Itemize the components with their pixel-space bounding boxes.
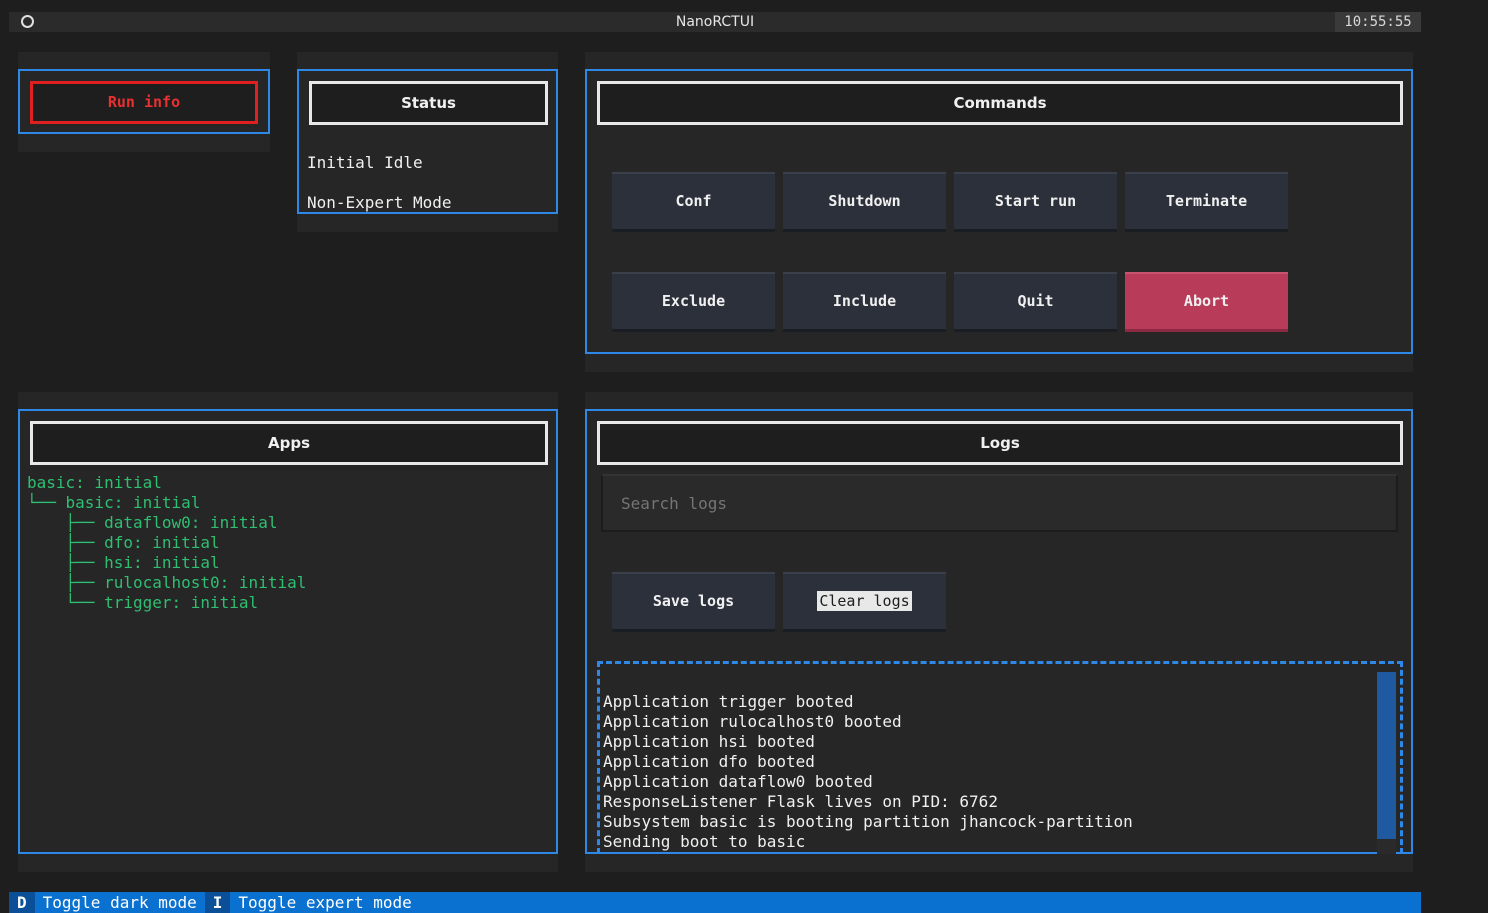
log-lines: Application trigger booted Application r… — [603, 692, 1373, 852]
search-logs-input[interactable] — [601, 474, 1398, 532]
status-title: Status — [309, 81, 548, 125]
run-info-button[interactable]: Run info — [30, 81, 258, 124]
start-run-button[interactable]: Start run — [954, 172, 1117, 232]
logs-title: Logs — [597, 421, 1403, 465]
log-line: Subsystem basic is booting partition jha… — [603, 812, 1133, 831]
apps-title: Apps — [30, 421, 548, 465]
status-state: Initial Idle — [307, 153, 423, 172]
tree-node[interactable]: ├── dfo: initial — [27, 533, 547, 553]
tree-node[interactable]: basic: initial — [27, 473, 547, 493]
keybinding-key[interactable]: I — [204, 892, 231, 913]
keybinding-label[interactable]: Toggle expert mode — [230, 892, 419, 913]
clear-logs-button-frame[interactable]: Clear logs — [783, 572, 946, 632]
log-scrollbar-thumb[interactable] — [1377, 672, 1396, 839]
status-frame: Status Initial Idle Non-Expert Mode — [297, 69, 558, 214]
tree-node[interactable]: └── trigger: initial — [27, 593, 547, 613]
apps-tree: basic: initial └── basic: initial ├── da… — [27, 473, 547, 618]
abort-button[interactable]: Abort — [1125, 272, 1288, 332]
app-title: NanoRCTUI — [675, 14, 755, 30]
log-line: Sending boot to basic — [603, 832, 806, 851]
terminate-button[interactable]: Terminate — [1125, 172, 1288, 232]
title-bar: NanoRCTUI 10:55:55 — [9, 12, 1421, 32]
quit-button[interactable]: Quit — [954, 272, 1117, 332]
header-clock: 10:55:55 — [1335, 12, 1421, 32]
log-line: Application hsi booted — [603, 732, 815, 751]
include-button[interactable]: Include — [783, 272, 946, 332]
run-info-frame: Run info — [18, 69, 270, 134]
footer-keybindings: D Toggle dark mode I Toggle expert mode — [9, 892, 1421, 913]
keybinding-key[interactable]: D — [9, 892, 35, 913]
keybinding-label[interactable]: Toggle dark mode — [35, 892, 205, 913]
tree-node[interactable]: ├── rulocalhost0: initial — [27, 573, 547, 593]
commands-title: Commands — [597, 81, 1403, 125]
log-line: Application trigger booted — [603, 692, 854, 711]
log-line: Application dfo booted — [603, 752, 815, 771]
clear-logs-button[interactable]: Clear logs — [817, 591, 912, 611]
tree-node[interactable]: ├── dataflow0: initial — [27, 513, 547, 533]
tree-node[interactable]: └── basic: initial — [27, 493, 547, 513]
conf-button[interactable]: Conf — [612, 172, 775, 232]
logs-frame: Logs Save logs Clear logs Application tr… — [585, 409, 1413, 854]
log-line: ResponseListener Flask lives on PID: 676… — [603, 792, 998, 811]
exclude-button[interactable]: Exclude — [612, 272, 775, 332]
log-line: Application dataflow0 booted — [603, 772, 873, 791]
save-logs-button[interactable]: Save logs — [612, 572, 775, 632]
shutdown-button[interactable]: Shutdown — [783, 172, 946, 232]
log-output[interactable]: Application trigger booted Application r… — [597, 661, 1403, 854]
commands-frame: Commands Conf Shutdown Start run Termina… — [585, 69, 1413, 354]
log-scrollbar-track[interactable] — [1377, 672, 1396, 854]
status-mode: Non-Expert Mode — [307, 193, 452, 212]
log-line: Application rulocalhost0 booted — [603, 712, 902, 731]
apps-frame: Apps basic: initial └── basic: initial ├… — [18, 409, 558, 854]
tree-node[interactable]: ├── hsi: initial — [27, 553, 547, 573]
